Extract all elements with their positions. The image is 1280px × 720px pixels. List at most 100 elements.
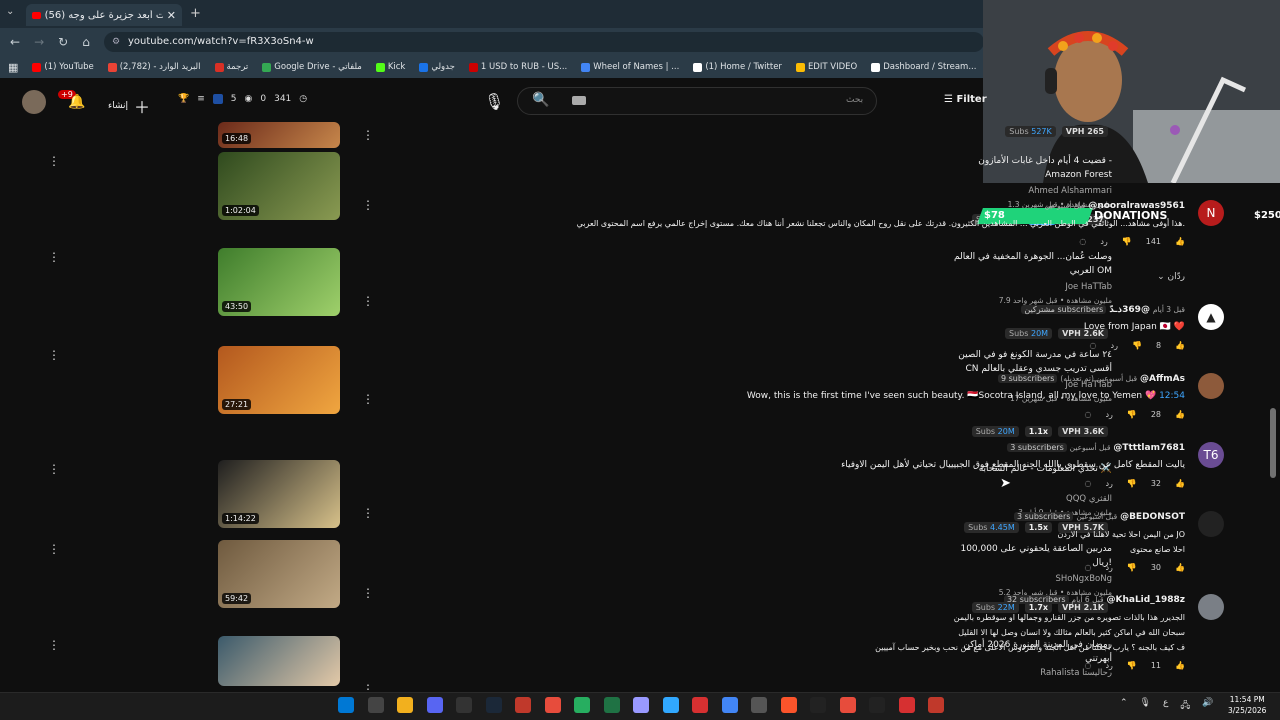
reply-button[interactable]: رد [1111,341,1118,350]
dislike-icon[interactable]: 👎 [1127,661,1137,670]
volume-icon[interactable]: 🔊 [1202,698,1213,714]
video-menu-icon[interactable]: ⋮ [48,462,60,476]
bookmark-item[interactable]: Google Drive - ملفاتي [262,62,362,72]
site-info-icon[interactable]: ⚙ [112,32,120,52]
voice-search-icon[interactable]: 🎙 [484,92,504,111]
forward-icon[interactable]: → [34,35,44,49]
video-menu-icon[interactable]: ⋮ [48,542,60,556]
more-actions-icon[interactable]: ⋮ [362,506,374,520]
taskbar-app-icon[interactable] [485,697,502,713]
taskbar-app-icon[interactable] [810,697,826,713]
creator-heart-icon[interactable]: ◌ [1090,341,1097,350]
creator-heart-icon[interactable]: ◌ [1084,661,1091,670]
tab-list-icon[interactable]: ⌄ [6,6,14,17]
commenter-avatar[interactable] [1198,511,1224,537]
start-menu-icon[interactable] [338,697,354,713]
creator-heart-icon[interactable]: ◌ [1084,410,1091,419]
commenter-handle[interactable]: @BEDONSOT [1120,512,1185,522]
video-thumbnail[interactable]: 1:14:22 [218,460,340,528]
timestamp-link[interactable]: 12:54 [1159,391,1185,401]
comment-time[interactable]: قبل أسبوعين [1045,201,1086,210]
bookmark-item[interactable]: Kick [375,62,405,72]
taskbar-app-icon[interactable] [574,697,590,713]
browser-tab-active[interactable]: (56) وصلت أبعد جزيرة على وجه ✕ [26,4,182,26]
reload-icon[interactable]: ↻ [58,35,68,49]
comment-time[interactable]: قبل أسبوعين (تم تعديله) [1060,374,1137,383]
video-menu-icon[interactable]: ⋮ [48,348,60,362]
commenter-avatar[interactable]: N [1198,200,1224,226]
notifications-bell-icon[interactable]: 🔔 [68,94,85,110]
taskbar-clock[interactable]: 11:54 PM 3/25/2026 [1228,694,1266,716]
creator-heart-icon[interactable]: ◌ [1079,237,1086,246]
like-icon[interactable]: 👍 [1175,341,1185,350]
commenter-handle[interactable]: @KhaLid_1988z [1106,595,1185,605]
dislike-icon[interactable]: 👎 [1122,237,1132,246]
video-menu-icon[interactable]: ⋮ [48,638,60,652]
commenter-handle[interactable]: @369ذـدّ [1109,305,1150,315]
commenter-avatar[interactable] [1198,373,1224,399]
back-icon[interactable]: ← [10,35,20,49]
video-title[interactable]: قضيت 4 أيام داخل غابات الأمازون - Amazon… [952,154,1112,182]
bookmark-item[interactable]: (1) Home / Twitter [693,62,782,72]
commenter-avatar[interactable]: T6 [1198,442,1224,468]
like-icon[interactable]: 👍 [1175,661,1185,670]
taskbar-app-icon[interactable] [515,697,531,713]
creator-heart-icon[interactable]: ◌ [1084,479,1091,488]
apps-icon[interactable]: ▦ [8,61,18,74]
network-icon[interactable]: 🖧 [1180,698,1190,714]
video-title[interactable]: ٢٤ ساعة في مدرسة الكونغ فو في الصين CN أ… [952,348,1112,376]
commenter-avatar[interactable] [1198,594,1224,620]
more-actions-icon[interactable]: ⋮ [362,392,374,406]
taskbar-app-icon[interactable] [869,697,885,713]
taskbar-app-icon[interactable] [928,697,944,713]
dislike-icon[interactable]: 👎 [1132,341,1142,350]
taskbar-app-icon[interactable] [544,697,561,713]
extension-stats[interactable]: 🏆 ≡ 5 ◉ 0 341 ◷ [178,94,307,104]
reply-button[interactable]: رد [1105,661,1112,670]
commenter-avatar[interactable]: ▲ [1198,304,1224,330]
dislike-icon[interactable]: 👎 [1127,410,1137,419]
commenter-handle[interactable]: @Ttttlam7681 [1113,443,1185,453]
taskbar-app-icon[interactable] [721,697,738,713]
video-menu-icon[interactable]: ⋮ [48,154,60,168]
video-menu-icon[interactable]: ⋮ [48,250,60,264]
like-icon[interactable]: 👍 [1175,237,1185,246]
bookmark-item[interactable]: Dashboard / Stream... [871,62,976,72]
taskbar-app-icon[interactable] [780,697,797,713]
bookmark-item[interactable]: EDIT VIDEO [795,62,857,72]
video-thumbnail[interactable] [218,636,340,686]
channel-name[interactable]: Ahmed Alshammari [1028,186,1112,196]
video-thumbnail[interactable]: 43:50 [218,248,340,316]
search-icon[interactable]: 🔍 [532,92,549,108]
taskbar-app-icon[interactable] [397,697,413,713]
taskbar-search-icon[interactable] [367,697,384,713]
search-input[interactable] [517,87,877,115]
user-avatar[interactable] [22,90,46,114]
video-title[interactable]: وصلت عُمان... الجوهرة المخفية في العالم … [952,250,1112,278]
reply-button[interactable]: رد [1105,479,1112,488]
mic-tray-icon[interactable]: 🎙 [1140,698,1151,714]
close-tab-icon[interactable]: ✕ [167,9,176,22]
taskbar-app-icon[interactable] [839,697,856,713]
taskbar-app-icon[interactable] [692,697,708,713]
keyboard-icon[interactable] [572,96,586,105]
channel-name[interactable]: QQQ القثري [1066,494,1112,504]
bookmark-item[interactable]: جدولي [419,62,455,72]
channel-name[interactable]: Joe HaTTab [1065,282,1112,292]
filter-button[interactable]: ☰ Filter [944,94,987,105]
dislike-icon[interactable]: 👎 [1127,563,1137,572]
bookmark-item[interactable]: Wheel of Names | ... [581,62,679,72]
more-actions-icon[interactable]: ⋮ [362,294,374,308]
comment-time[interactable]: قبل أسبوعين [1076,512,1117,521]
create-button[interactable]: إنشاء ＋ [108,94,150,118]
like-icon[interactable]: 👍 [1175,563,1185,572]
comment-time[interactable]: قبل 3 أيام [1153,305,1185,314]
dislike-icon[interactable]: 👎 [1127,479,1137,488]
tray-expand-icon[interactable]: ⌃ [1120,698,1128,714]
commenter-handle[interactable]: @AffmAs [1140,374,1185,384]
more-actions-icon[interactable]: ⋮ [362,198,374,212]
taskbar-app-icon[interactable] [662,697,679,713]
taskbar-app-icon[interactable] [633,697,649,713]
creator-heart-icon[interactable]: ◌ [1084,563,1091,572]
show-replies-button[interactable]: ⌄ ردّان [1157,272,1185,282]
